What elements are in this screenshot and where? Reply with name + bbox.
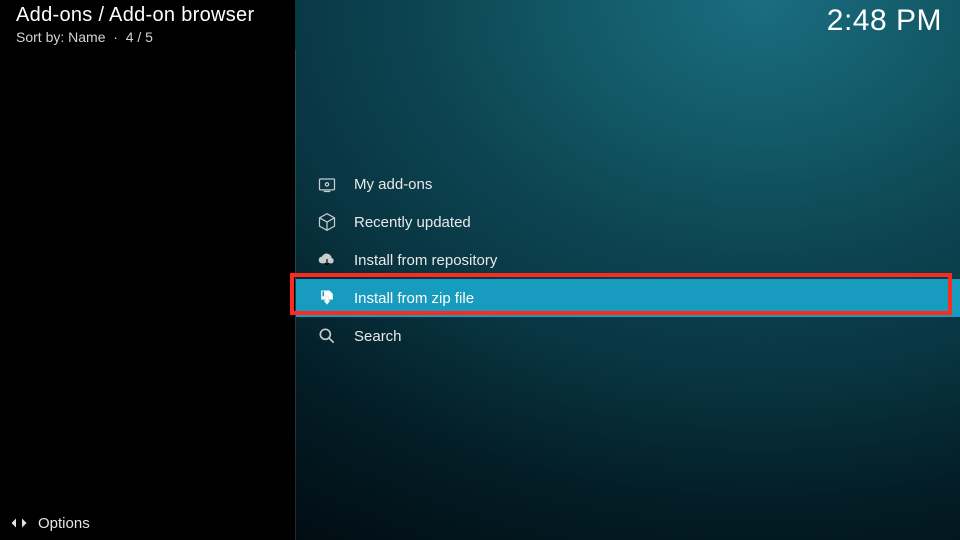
- header-subline: Sort by: Name · 4 / 5: [16, 29, 254, 45]
- search-icon: [316, 325, 338, 347]
- menu-item-recently-updated[interactable]: Recently updated: [296, 203, 960, 241]
- sidebar-divider: [295, 50, 296, 540]
- position-indicator: 4 / 5: [126, 29, 153, 45]
- menu-list: My add-ons Recently updated Install from…: [296, 165, 960, 355]
- zip-download-icon: [316, 287, 338, 309]
- menu-item-install-zip[interactable]: Install from zip file: [296, 279, 960, 317]
- options-arrows-icon: [10, 514, 28, 532]
- footer-options[interactable]: Options: [10, 514, 90, 532]
- addons-icon: [316, 173, 338, 195]
- separator-dot: ·: [109, 29, 121, 45]
- menu-item-install-repository[interactable]: Install from repository: [296, 241, 960, 279]
- menu-item-label: Search: [354, 328, 402, 345]
- menu-item-label: Install from repository: [354, 252, 497, 269]
- box-icon: [316, 211, 338, 233]
- header: Add-ons / Add-on browser Sort by: Name ·…: [16, 4, 254, 45]
- footer-options-label: Options: [38, 515, 90, 532]
- breadcrumb: Add-ons / Add-on browser: [16, 4, 254, 27]
- menu-item-label: Recently updated: [354, 214, 471, 231]
- menu-item-label: My add-ons: [354, 176, 432, 193]
- clock: 2:48 PM: [827, 4, 942, 38]
- menu-item-label: Install from zip file: [354, 290, 474, 307]
- cloud-download-icon: [316, 249, 338, 271]
- menu-item-my-addons[interactable]: My add-ons: [296, 165, 960, 203]
- sort-label: Sort by: Name: [16, 29, 105, 45]
- sidebar-panel: [0, 0, 295, 540]
- menu-item-search[interactable]: Search: [296, 317, 960, 355]
